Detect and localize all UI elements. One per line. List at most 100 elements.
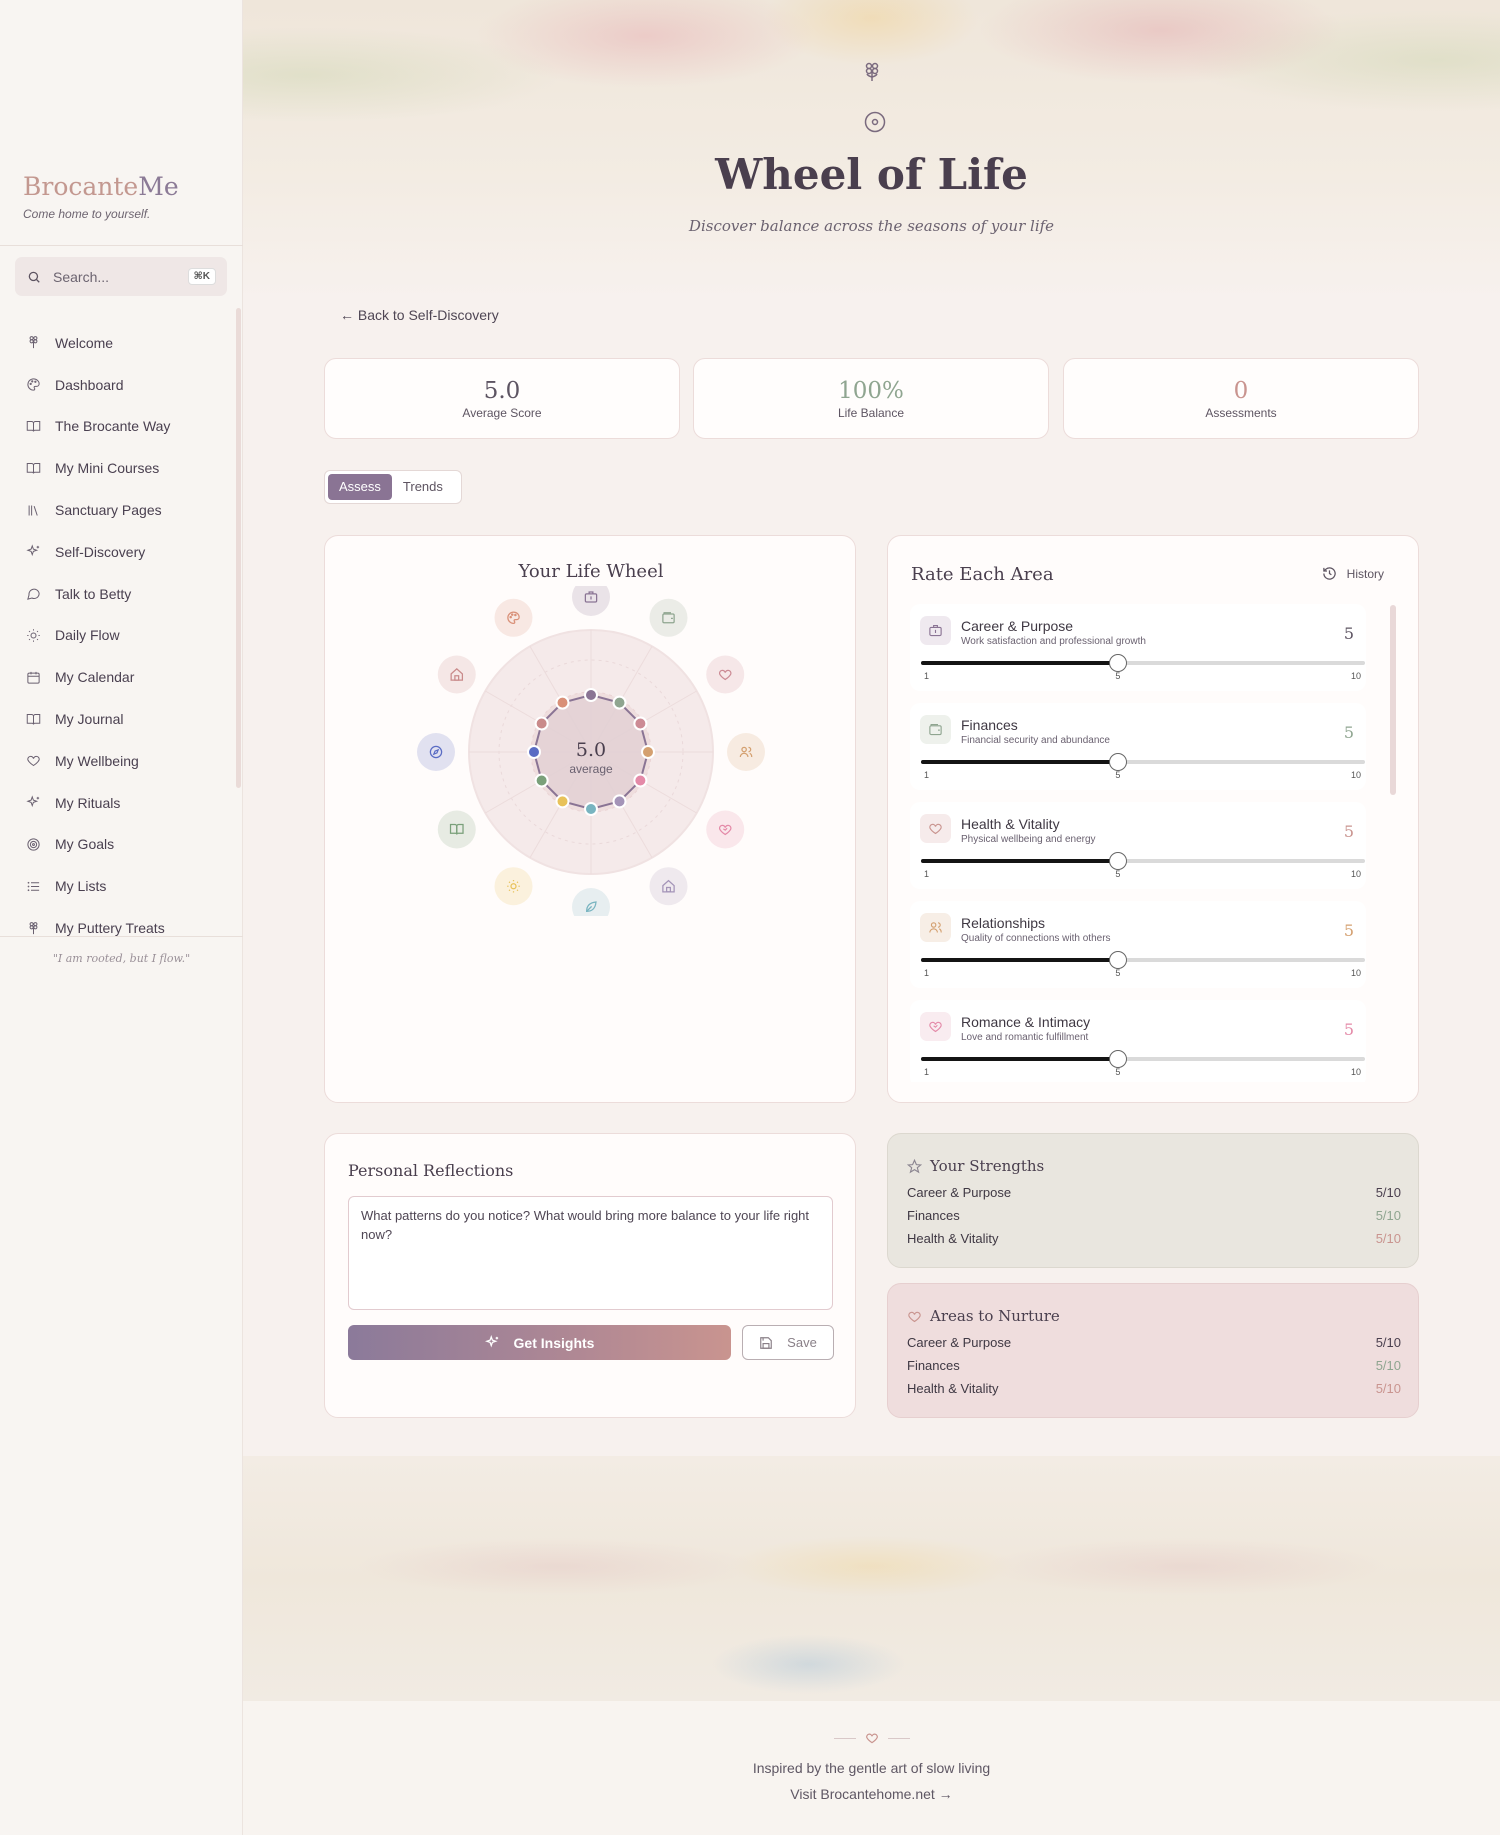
stat-card-life-balance: 100% Life Balance [693,358,1049,439]
rating-row: Romance & Intimacy Love and romantic fulf… [910,1000,1366,1082]
area-description: Work satisfaction and professional growt… [961,636,1146,647]
sidebar-item-sanctuary-pages[interactable]: Sanctuary Pages [0,489,235,531]
save-icon [760,1336,773,1349]
brand-logo[interactable]: BrocanteMe [23,172,179,201]
nurture-row: Finances 5/10 [907,1358,1401,1373]
slider-mid-label: 5 [1115,770,1121,780]
sidebar-item-my-goals[interactable]: My Goals [0,824,235,866]
brand-name-part1: Brocante [23,172,139,201]
area-slider[interactable] [921,852,1365,870]
sidebar-item-label: My Puttery Treats [55,920,165,937]
book-icon [26,420,41,432]
sidebar-item-welcome[interactable]: Welcome [0,322,235,364]
slider-thumb[interactable] [1109,654,1128,672]
sidebar-item-my-calendar[interactable]: My Calendar [0,656,235,698]
sidebar-nav: Welcome Dashboard The Brocante Way My Mini … [0,322,235,937]
reflections-textarea[interactable]: What patterns do you notice? What would … [348,1196,833,1310]
flower-icon [29,336,38,349]
rating-list: Career & Purpose Work satisfaction and pr… [910,604,1385,1082]
area-score: 5 [1343,822,1354,841]
slider-thumb[interactable] [1109,852,1128,870]
sidebar-item-talk-to-betty[interactable]: Talk to Betty [0,573,235,615]
sidebar-item-daily-flow[interactable]: Daily Flow [0,615,235,657]
sidebar-item-the-brocante-way[interactable]: The Brocante Way [0,406,235,448]
sidebar-item-my-journal[interactable]: My Journal [0,698,235,740]
sidebar-item-label: Daily Flow [55,627,120,644]
area-name: Relationships [961,915,1046,931]
slider-min-label: 1 [924,968,930,978]
slider-max-label: 10 [1351,968,1362,978]
wheel-area-badge [572,586,610,616]
wheel-score-point [534,716,549,731]
tab-assess[interactable]: Assess [328,474,392,500]
sidebar-item-my-puttery-treats[interactable]: My Puttery Treats [0,907,235,937]
nurture-name: Finances [907,1358,960,1373]
strength-row: Health & Vitality 5/10 [907,1231,1401,1246]
area-slider[interactable] [921,753,1365,771]
slider-thumb[interactable] [1109,951,1128,969]
book-icon [26,462,41,474]
tab-trends[interactable]: Trends [392,474,454,500]
sidebar-item-dashboard[interactable]: Dashboard [0,364,235,406]
areas-to-nurture-card: Areas to Nurture Career & Purpose 5/10 Fi… [887,1283,1419,1418]
strengths-title-row: Your Strengths [907,1157,1044,1175]
sidebar-item-label: The Brocante Way [55,418,171,435]
personal-reflections-card: Personal Reflections What patterns do yo… [324,1133,856,1418]
life-wheel-title: Your Life Wheel [518,561,664,582]
area-description: Quality of connections with others [961,933,1111,944]
rating-list-scrollbar[interactable] [1390,605,1396,795]
get-insights-button[interactable]: Get Insights [348,1325,731,1360]
wheel-score-point [584,688,598,702]
wheel-area-badge [494,598,533,637]
rating-row: Health & Vitality Physical wellbeing and … [910,802,1366,889]
brand-tagline: Come home to yourself. [23,207,151,221]
sidebar-scrollbar[interactable] [236,308,241,788]
nurture-value: 5/10 [1375,1358,1401,1373]
area-slider[interactable] [921,951,1365,969]
save-button[interactable]: Save [742,1325,834,1360]
slider-mid-label: 5 [1115,869,1121,879]
view-tabs: Assess Trends [324,470,462,504]
strengths-card: Your Strengths Career & Purpose 5/10 Fina… [887,1133,1419,1268]
flower-icon [865,62,879,81]
sidebar-item-my-lists[interactable]: My Lists [0,865,235,907]
life-wheel-chart: 5.0average [417,586,765,916]
users-icon [929,922,942,933]
history-button[interactable]: History [1322,566,1384,581]
sidebar-item-my-rituals[interactable]: My Rituals [0,782,235,824]
back-to-self-discovery-link[interactable]: ← Back to Self-Discovery [340,307,499,323]
visit-site-link[interactable]: Visit Brocantehome.net → [243,1786,1500,1802]
slider-max-label: 10 [1351,671,1362,681]
sidebar-item-self-discovery[interactable]: Self-Discovery [0,531,235,573]
slider-thumb[interactable] [1109,753,1128,771]
stat-value: 100% [838,378,904,404]
search-icon [28,271,40,283]
life-wheel-card: Your Life Wheel 5.0 average [324,535,856,1103]
search-placeholder: Search... [53,268,110,285]
slider-min-label: 1 [924,770,930,780]
heart-handshake-icon [929,1021,942,1033]
sidebar-item-my-mini-courses[interactable]: My Mini Courses [0,447,235,489]
slider-thumb[interactable] [1109,1050,1128,1068]
wheel-score-point [555,794,570,809]
wheel-score-point [633,716,648,731]
sidebar-quote: "I am rooted, but I flow." [52,952,191,965]
nurture-title: Areas to Nurture [930,1307,1060,1325]
sparkles-icon [26,795,40,808]
slider-fill [921,859,1119,863]
sidebar-item-label: Dashboard [55,376,124,393]
search-input[interactable]: Search... ⌘K [15,257,227,296]
area-slider[interactable] [921,654,1365,672]
slider-max-label: 10 [1351,869,1362,879]
strength-row: Finances 5/10 [907,1208,1401,1223]
star-icon [907,1158,922,1173]
rating-row: Relationships Quality of connections with… [910,901,1366,988]
area-slider[interactable] [921,1050,1365,1068]
sparkles-icon [484,1335,498,1348]
area-score: 5 [1343,921,1354,940]
book-icon [26,713,41,725]
nurture-value: 5/10 [1375,1381,1401,1396]
slider-min-label: 1 [924,671,930,681]
sidebar-item-my-wellbeing[interactable]: My Wellbeing [0,740,235,782]
stat-label: Life Balance [837,406,905,420]
